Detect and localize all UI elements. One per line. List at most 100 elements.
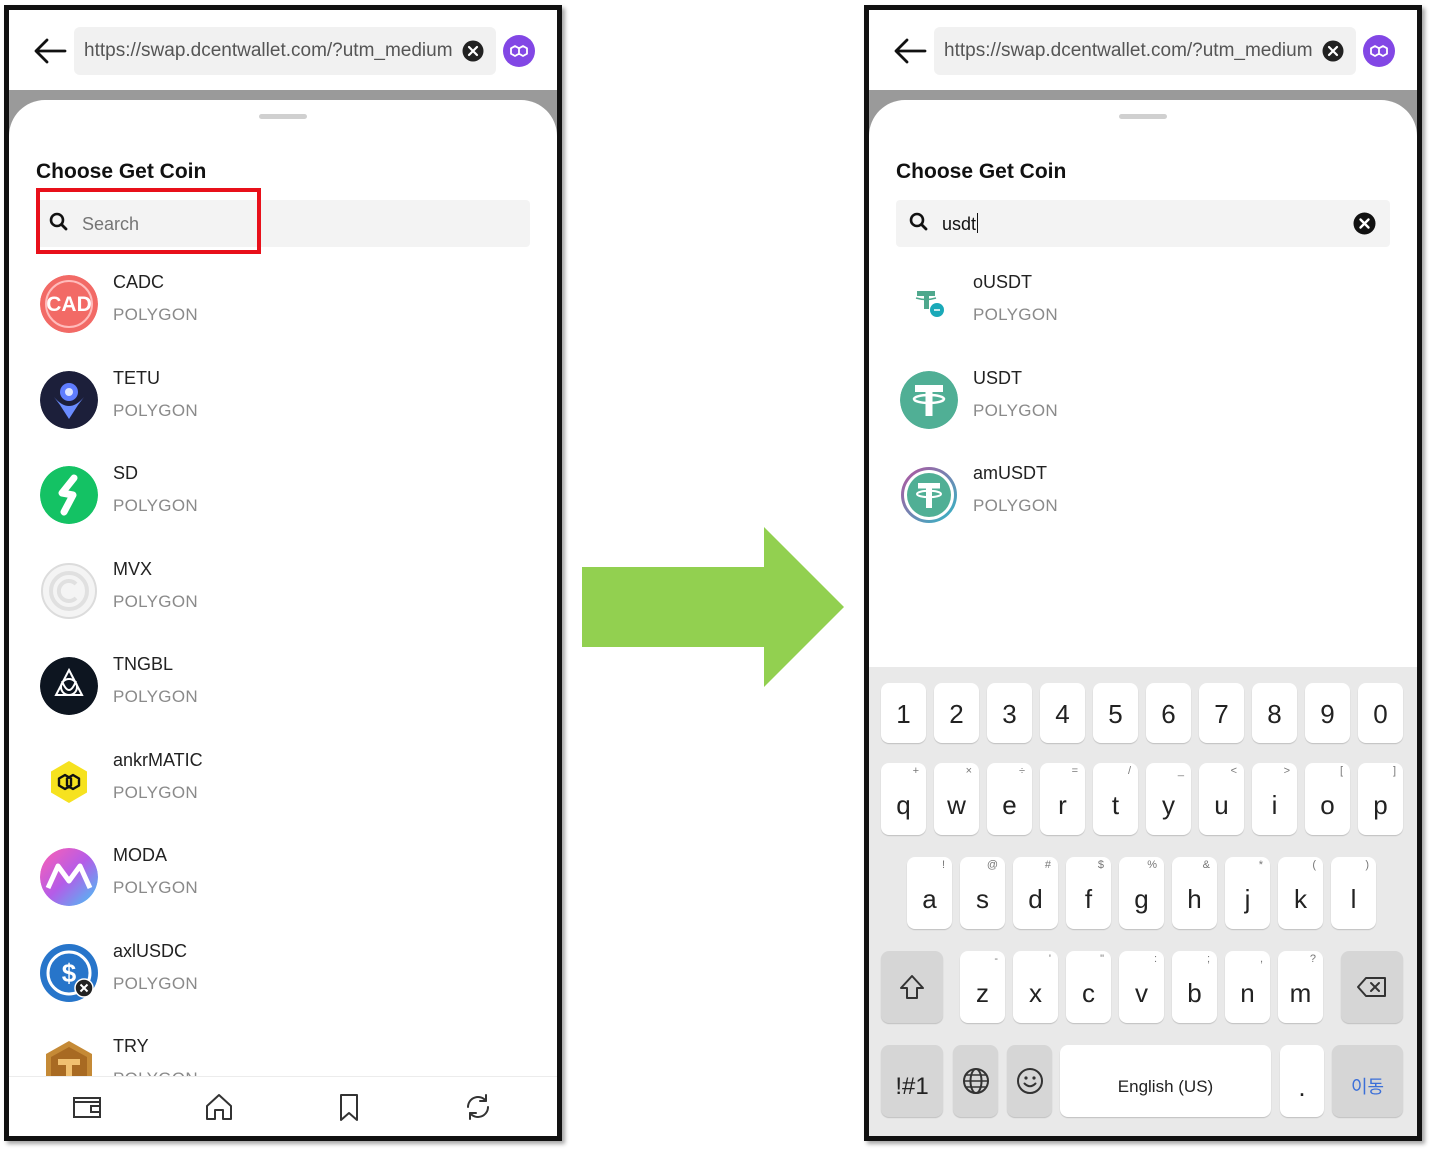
backspace-key[interactable] bbox=[1341, 951, 1403, 1023]
tngbl-logo-icon bbox=[40, 657, 98, 715]
key-5[interactable]: 5 bbox=[1093, 683, 1138, 743]
coin-network: POLYGON bbox=[113, 878, 198, 897]
coin-symbol: amUSDT bbox=[973, 463, 1048, 483]
key-z[interactable]: -z bbox=[960, 951, 1005, 1023]
refresh-icon[interactable] bbox=[462, 1091, 494, 1123]
coin-symbol: USDT bbox=[973, 367, 1022, 388]
coin-symbol: oUSDT bbox=[973, 272, 1033, 292]
key-y[interactable]: _ y bbox=[1146, 763, 1191, 835]
go-action-key[interactable]: 이동 bbox=[1332, 1045, 1403, 1117]
key-j[interactable]: * j bbox=[1225, 857, 1270, 929]
clear-search-icon[interactable] bbox=[1353, 212, 1376, 235]
key-4[interactable]: 4 bbox=[1040, 683, 1085, 743]
space-bar[interactable]: English (US) bbox=[1060, 1045, 1271, 1117]
key-e[interactable]: ÷ e bbox=[987, 763, 1032, 835]
key-s[interactable]: @ s bbox=[960, 857, 1005, 929]
coin-row-ousdt[interactable]: oUSDT POLYGON bbox=[869, 268, 1417, 364]
key-f[interactable]: $ f bbox=[1066, 857, 1111, 929]
onscreen-keyboard: 1 2 3 4 5 6 7 8 9 0 + q × w ÷ e = r / t _ y < u… bbox=[869, 667, 1417, 1136]
url-text: https://swap.dcentwallet.com/?utm_medium bbox=[944, 40, 1313, 61]
coin-network: POLYGON bbox=[113, 496, 198, 515]
search-field[interactable]: usdt bbox=[896, 200, 1390, 247]
shift-key[interactable] bbox=[881, 951, 943, 1023]
key-3[interactable]: 3 bbox=[987, 683, 1032, 743]
coin-row-axlusdc[interactable]: $ axlUSDC POLYGON bbox=[9, 937, 557, 1033]
clear-url-icon[interactable] bbox=[1322, 40, 1344, 62]
key-p[interactable]: ] p bbox=[1358, 763, 1403, 835]
key-h[interactable]: & h bbox=[1172, 857, 1217, 929]
globe-icon bbox=[962, 1068, 989, 1094]
emoji-key[interactable] bbox=[1007, 1045, 1052, 1117]
polygon-network-icon[interactable] bbox=[503, 35, 535, 67]
key-g[interactable]: % g bbox=[1119, 857, 1164, 929]
key-d[interactable]: # d bbox=[1013, 857, 1058, 929]
key-8[interactable]: 8 bbox=[1252, 683, 1297, 743]
ankrmatic-logo-icon bbox=[40, 753, 98, 811]
sheet-handle[interactable] bbox=[259, 114, 307, 119]
url-field[interactable]: https://swap.dcentwallet.com/?utm_medium bbox=[74, 27, 496, 75]
coin-row-cadc[interactable]: CAD CADC POLYGON bbox=[9, 268, 557, 364]
key-1[interactable]: 1 bbox=[881, 683, 926, 743]
polygon-network-icon[interactable] bbox=[1363, 35, 1395, 67]
symbols-key[interactable]: !#1 bbox=[881, 1045, 943, 1117]
clear-url-icon[interactable] bbox=[462, 40, 484, 62]
coin-row-moda[interactable]: MODA POLYGON bbox=[9, 841, 557, 937]
left-phone-screen: https://swap.dcentwallet.com/?utm_medium… bbox=[4, 5, 562, 1141]
key-k[interactable]: (k bbox=[1278, 857, 1323, 929]
key-v[interactable]: :v bbox=[1119, 951, 1164, 1023]
back-arrow-icon[interactable] bbox=[33, 36, 67, 66]
key-o[interactable]: [o bbox=[1305, 763, 1350, 835]
bookmark-icon[interactable] bbox=[333, 1091, 365, 1123]
coin-row-usdt[interactable]: USDT POLYGON bbox=[869, 364, 1417, 460]
key-6[interactable]: 6 bbox=[1146, 683, 1191, 743]
text-cursor bbox=[977, 213, 979, 233]
search-results-list: oUSDT POLYGON USDT POLYGON amUSDT POLYGO… bbox=[869, 268, 1417, 555]
coin-symbol: TNGBL bbox=[113, 654, 174, 674]
coin-row-mvx[interactable]: MVX POLYGON bbox=[9, 555, 557, 651]
coin-row-amusdt[interactable]: amUSDT POLYGON bbox=[869, 459, 1417, 555]
home-icon[interactable] bbox=[203, 1091, 235, 1123]
key-c[interactable]: " c bbox=[1066, 951, 1111, 1023]
key-9[interactable]: 9 bbox=[1305, 683, 1350, 743]
coin-row-tngbl[interactable]: TNGBL POLYGON bbox=[9, 650, 557, 746]
key-x[interactable]: ' x bbox=[1013, 951, 1058, 1023]
bottom-navigation bbox=[9, 1076, 557, 1136]
key-w[interactable]: × w bbox=[934, 763, 979, 835]
coin-picker-sheet: Choose Get Coin CAD CADC POLYGON bbox=[9, 100, 557, 1136]
key-n[interactable]: ,n bbox=[1225, 951, 1270, 1023]
coin-symbol: TRY bbox=[113, 1036, 149, 1056]
cadc-logo-text: CAD bbox=[46, 293, 92, 316]
back-arrow-icon[interactable] bbox=[893, 36, 927, 66]
coin-list: CAD CADC POLYGON TETU POLYGON SD POLYGON… bbox=[9, 268, 557, 1128]
globe-language-key[interactable] bbox=[953, 1045, 998, 1117]
key-l[interactable]: ) l bbox=[1331, 857, 1376, 929]
coin-network: POLYGON bbox=[113, 400, 198, 420]
coin-network: POLYGON bbox=[973, 400, 1058, 420]
url-field[interactable]: https://swap.dcentwallet.com/?utm_medium bbox=[934, 27, 1356, 75]
key-7[interactable]: 7 bbox=[1199, 683, 1244, 743]
key-2[interactable]: 2 bbox=[934, 683, 979, 743]
search-input[interactable]: usdt bbox=[942, 213, 1322, 235]
key-q[interactable]: + q bbox=[881, 763, 926, 835]
key-b[interactable]: ; b bbox=[1172, 951, 1217, 1023]
keyboard-row-qwerty: + q × w ÷ e = r / t _ y < u > i [o ] p bbox=[869, 763, 1417, 839]
key-r[interactable]: = r bbox=[1040, 763, 1085, 835]
ousdt-logo-icon bbox=[900, 275, 958, 333]
key-a[interactable]: ! a bbox=[907, 857, 952, 929]
url-text: https://swap.dcentwallet.com/?utm_medium bbox=[84, 40, 453, 61]
key-0[interactable]: 0 bbox=[1358, 683, 1403, 743]
emoji-icon bbox=[1016, 1068, 1043, 1094]
key-i[interactable]: > i bbox=[1252, 763, 1297, 835]
wallet-icon[interactable] bbox=[71, 1091, 103, 1123]
coin-network: POLYGON bbox=[973, 305, 1058, 324]
coin-row-sd[interactable]: SD POLYGON bbox=[9, 459, 557, 555]
tetu-logo-icon bbox=[40, 370, 98, 429]
key-u[interactable]: < u bbox=[1199, 763, 1244, 835]
coin-row-ankrmatic[interactable]: ankrMATIC POLYGON bbox=[9, 746, 557, 842]
period-key[interactable]: . bbox=[1280, 1045, 1324, 1117]
key-m[interactable]: ? m bbox=[1278, 951, 1323, 1023]
key-t[interactable]: / t bbox=[1093, 763, 1138, 835]
sheet-handle[interactable] bbox=[1119, 114, 1167, 119]
keyboard-row-zxcv: -z ' x " c :v ; b ,n ? m bbox=[869, 951, 1417, 1027]
coin-row-tetu[interactable]: TETU POLYGON bbox=[9, 364, 557, 460]
